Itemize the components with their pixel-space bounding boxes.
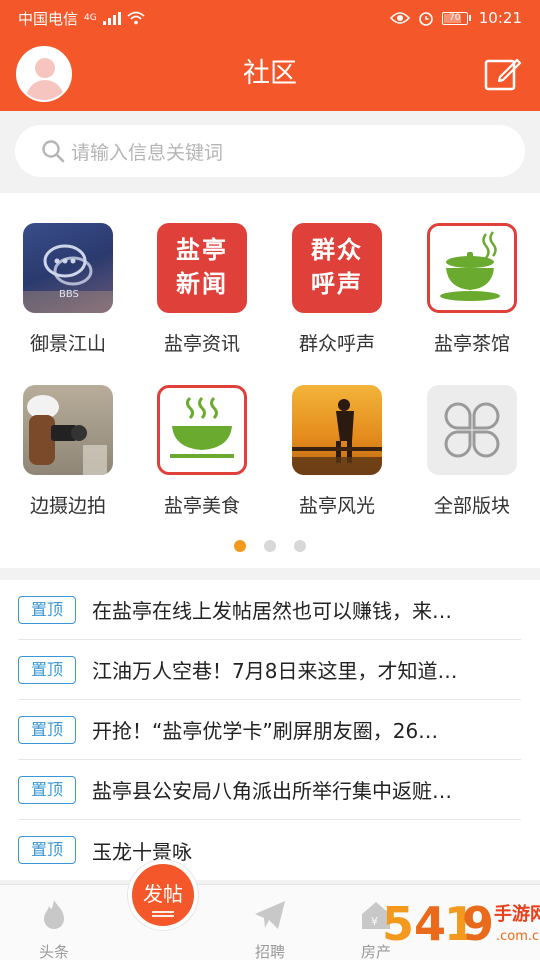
pinned-feed: 置顶 在盐亭在线上发帖居然也可以赚钱，来… 置顶 江油万人空巷！7月8日来这里，… bbox=[0, 580, 540, 880]
tab-label: 头条 bbox=[38, 943, 69, 960]
grid-item-label: 盐亭美食 bbox=[163, 495, 240, 517]
page-dot-3[interactable] bbox=[294, 540, 306, 552]
grid-item-yujing[interactable]: BBS 御景江山 bbox=[8, 223, 128, 356]
post-label: 发帖 bbox=[143, 882, 183, 906]
landscape-photo-icon bbox=[292, 385, 382, 475]
alarm-icon bbox=[418, 12, 433, 26]
news-tile-text-1: 盐亭 bbox=[176, 236, 228, 264]
battery-level: 70 bbox=[441, 11, 468, 25]
food-bowl-icon bbox=[157, 385, 247, 475]
news-tile-text-2: 新闻 bbox=[176, 270, 228, 298]
feed-title: 盐亭县公安局八角派出所举行集中返赃… bbox=[92, 779, 452, 803]
tab-headlines[interactable]: 头条 bbox=[14, 885, 94, 960]
feed-title: 开抢！“盐亭优学卡”刷屏朋友圈，26… bbox=[92, 719, 439, 743]
section-grid: BBS 御景江山 盐亭 新闻 盐亭资讯 群众 呼声 群众呼声 盐亭茶馆 边摄边拍… bbox=[0, 193, 540, 568]
feed-row[interactable]: 置顶 玉龙十景咏 bbox=[18, 820, 521, 880]
camera-photo-icon bbox=[23, 385, 113, 475]
grid-item-photography[interactable]: 边摄边拍 bbox=[8, 385, 128, 518]
feed-row[interactable]: 置顶 盐亭县公安局八角派出所举行集中返赃… bbox=[18, 760, 521, 820]
feed-title: 玉龙十景咏 bbox=[92, 839, 192, 864]
page-dot-1[interactable] bbox=[234, 540, 246, 552]
pinned-badge: 置顶 bbox=[18, 775, 76, 804]
post-button[interactable]: 发帖 bbox=[128, 860, 198, 930]
page-dot-2[interactable] bbox=[264, 540, 276, 552]
all-sections-icon bbox=[427, 385, 517, 475]
tea-cup-icon bbox=[427, 223, 517, 313]
battery-icon: 70 bbox=[441, 11, 471, 25]
grid-item-news[interactable]: 盐亭 新闻 盐亭资讯 bbox=[142, 223, 262, 356]
paper-plane-icon bbox=[255, 901, 285, 929]
news-icon: 盐亭 新闻 bbox=[157, 223, 247, 313]
grid-item-teahouse[interactable]: 盐亭茶馆 bbox=[412, 223, 532, 356]
search-icon bbox=[42, 140, 65, 163]
feed-row[interactable]: 置顶 江油万人空巷！7月8日来这里，才知道… bbox=[18, 640, 521, 700]
pinned-badge: 置顶 bbox=[18, 595, 76, 624]
voice-tile-text-1: 群众 bbox=[311, 236, 363, 264]
post-lines-icon bbox=[152, 911, 174, 917]
grid-item-label: 盐亭资讯 bbox=[163, 333, 240, 355]
grid-item-label: 盐亭风光 bbox=[298, 495, 375, 517]
svg-text:.com.cn: .com.cn bbox=[496, 929, 540, 944]
search-input[interactable]: 请输入信息关键词 bbox=[15, 125, 525, 177]
feed-row[interactable]: 置顶 开抢！“盐亭优学卡”刷屏朋友圈，26… bbox=[18, 700, 521, 760]
status-bar: 中国电信 4G 70 10:21 bbox=[0, 0, 540, 36]
bottom-tab-bar: 头条 招聘 ¥ 房产 5 4 1 9 手游网 .com.cn bbox=[0, 884, 540, 960]
tab-label: 招聘 bbox=[254, 943, 285, 960]
grid-item-food[interactable]: 盐亭美食 bbox=[142, 385, 262, 518]
signal-icon bbox=[102, 11, 121, 25]
svg-text:4: 4 bbox=[414, 897, 446, 951]
flame-icon bbox=[44, 900, 64, 929]
network-type: 4G bbox=[84, 13, 97, 23]
voice-icon: 群众 呼声 bbox=[292, 223, 382, 313]
search-placeholder: 请输入信息关键词 bbox=[71, 141, 224, 164]
feed-title: 在盐亭在线上发帖居然也可以赚钱，来… bbox=[92, 599, 452, 623]
svg-text:¥: ¥ bbox=[371, 915, 378, 928]
svg-text:5: 5 bbox=[382, 897, 414, 951]
search-section: 请输入信息关键词 bbox=[0, 111, 540, 193]
page-indicator bbox=[0, 540, 540, 552]
grid-item-label: 全部版块 bbox=[433, 495, 510, 517]
carrier-label: 中国电信 bbox=[18, 9, 79, 28]
grid-item-label: 御景江山 bbox=[29, 333, 106, 355]
tab-jobs[interactable]: 招聘 bbox=[230, 885, 310, 960]
eye-icon bbox=[389, 12, 410, 24]
svg-text:手游网: 手游网 bbox=[494, 903, 540, 925]
grid-item-all[interactable]: 全部版块 bbox=[412, 385, 532, 518]
site-watermark-logo: 5 4 1 9 手游网 .com.cn bbox=[382, 897, 540, 951]
wifi-icon bbox=[127, 11, 145, 25]
pinned-badge: 置顶 bbox=[18, 715, 76, 744]
bbs-tile-text: BBS bbox=[59, 289, 79, 300]
pinned-badge: 置顶 bbox=[18, 655, 76, 684]
app-header: 社区 bbox=[0, 36, 540, 111]
voice-tile-text-2: 呼声 bbox=[311, 270, 363, 298]
grid-item-scenery[interactable]: 盐亭风光 bbox=[277, 385, 397, 518]
compose-icon[interactable] bbox=[484, 55, 522, 93]
feed-row[interactable]: 置顶 在盐亭在线上发帖居然也可以赚钱，来… bbox=[18, 580, 521, 640]
bbs-chat-icon: BBS bbox=[23, 223, 113, 313]
grid-item-voice[interactable]: 群众 呼声 群众呼声 bbox=[277, 223, 397, 356]
feed-title: 江油万人空巷！7月8日来这里，才知道… bbox=[92, 659, 458, 683]
clock: 10:21 bbox=[478, 9, 522, 27]
grid-item-label: 群众呼声 bbox=[298, 333, 375, 355]
svg-text:9: 9 bbox=[462, 897, 494, 951]
grid-item-label: 边摄边拍 bbox=[29, 495, 106, 517]
page-title: 社区 bbox=[243, 58, 297, 89]
pinned-badge: 置顶 bbox=[18, 836, 76, 864]
grid-item-label: 盐亭茶馆 bbox=[433, 333, 510, 355]
